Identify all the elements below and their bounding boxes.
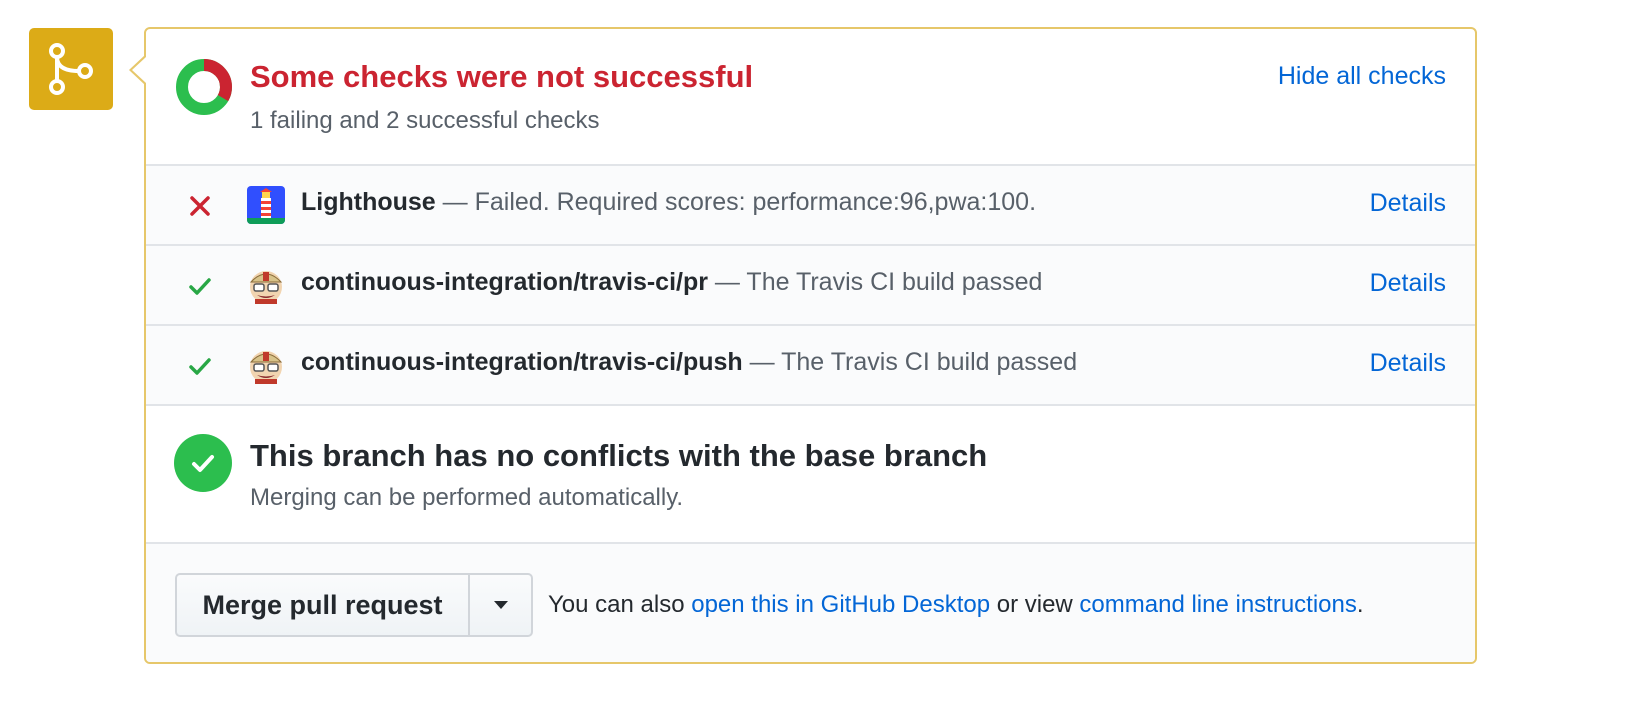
status-donut-icon xyxy=(176,59,232,115)
check-name: continuous-integration/travis-ci/push xyxy=(301,348,743,376)
checks-summary: Some checks were not successful 1 failin… xyxy=(146,29,1475,166)
travis-ci-avatar xyxy=(247,266,285,304)
check-description: — Failed. Required scores: performance:9… xyxy=(435,188,1037,216)
branch-status-title: This branch has no conflicts with the ba… xyxy=(250,438,988,473)
hide-all-checks-link[interactable]: Hide all checks xyxy=(1278,62,1446,91)
merge-note-middle: or view xyxy=(990,591,1080,618)
check-row: continuous-integration/travis-ci/push — … xyxy=(146,326,1475,406)
check-circle-icon xyxy=(174,434,232,492)
merge-note-suffix: . xyxy=(1356,591,1364,618)
travis-ci-avatar xyxy=(247,346,285,384)
panel-caret-inner xyxy=(132,57,146,83)
checks-summary-subtitle: 1 failing and 2 successful checks xyxy=(250,107,600,134)
details-link[interactable]: Details xyxy=(1370,269,1446,298)
details-link[interactable]: Details xyxy=(1370,349,1446,378)
check-text: continuous-integration/travis-ci/push — … xyxy=(301,348,1077,377)
merge-button-group: Merge pull request xyxy=(175,573,533,637)
x-icon xyxy=(190,196,210,216)
check-text: continuous-integration/travis-ci/pr — Th… xyxy=(301,268,1042,297)
command-line-instructions-link[interactable]: command line instructions xyxy=(1079,591,1356,618)
merge-note: You can also open this in GitHub Desktop… xyxy=(548,591,1364,619)
merge-pull-request-button[interactable]: Merge pull request xyxy=(177,575,470,635)
branch-status: This branch has no conflicts with the ba… xyxy=(146,406,1475,544)
git-merge-icon xyxy=(29,28,113,110)
check-icon xyxy=(189,278,211,295)
merge-status-panel: Some checks were not successful 1 failin… xyxy=(144,27,1477,664)
check-icon xyxy=(189,358,211,375)
merge-area: Merge pull request You can also open thi… xyxy=(146,544,1475,662)
check-text: Lighthouse — Failed. Required scores: pe… xyxy=(301,188,1036,217)
checks-summary-title: Some checks were not successful xyxy=(250,59,754,94)
merge-method-dropdown[interactable] xyxy=(470,575,531,635)
merge-note-prefix: You can also xyxy=(548,591,692,618)
check-description: — The Travis CI build passed xyxy=(742,348,1078,376)
triangle-down-icon xyxy=(493,601,508,609)
check-name: continuous-integration/travis-ci/pr xyxy=(301,268,708,296)
check-row: continuous-integration/travis-ci/pr — Th… xyxy=(146,246,1475,326)
check-name: Lighthouse xyxy=(301,188,436,216)
check-description: — The Travis CI build passed xyxy=(707,268,1043,296)
branch-status-subtitle: Merging can be performed automatically. xyxy=(250,484,684,511)
details-link[interactable]: Details xyxy=(1370,189,1446,218)
github-desktop-link[interactable]: open this in GitHub Desktop xyxy=(691,591,990,618)
check-row: Lighthouse — Failed. Required scores: pe… xyxy=(146,166,1475,246)
lighthouse-avatar xyxy=(247,186,285,224)
